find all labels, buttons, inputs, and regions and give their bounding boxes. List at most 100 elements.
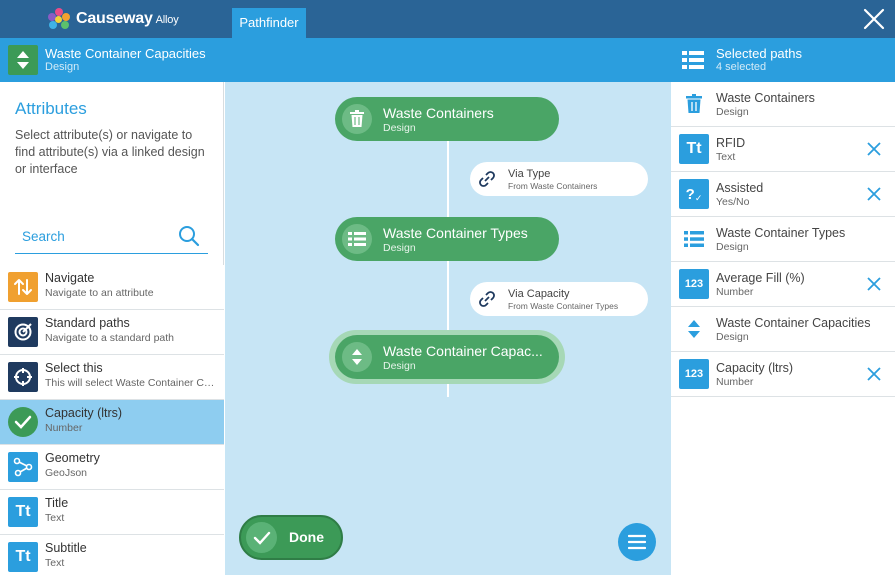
selected-paths-panel: Waste Containers Design Tt RFID Text ? ✓ … <box>671 82 895 575</box>
remove-icon[interactable] <box>867 277 881 296</box>
node-subtitle: Design <box>383 242 416 254</box>
list-item-geometry[interactable]: Geometry GeoJson <box>0 445 224 490</box>
search-input[interactable]: Search <box>15 222 208 254</box>
selected-path-title: Waste Container Capacities <box>716 316 871 330</box>
selected-paths-title: Selected paths <box>716 46 803 61</box>
capacity-icon <box>679 314 709 344</box>
selected-path-title: Assisted <box>716 181 764 195</box>
logo-mark-icon <box>48 8 70 30</box>
link-subtitle: From Waste Container Types <box>508 301 619 311</box>
node-title: Waste Containers <box>383 105 494 121</box>
path-node-waste-containers[interactable]: Waste Containers Design <box>335 97 559 141</box>
link-title: Via Capacity <box>508 288 570 300</box>
selected-path-sub: Number <box>716 286 754 298</box>
text-icon: Tt <box>679 134 709 164</box>
search-placeholder: Search <box>22 229 65 244</box>
list-item-navigate[interactable]: Navigate Navigate to an attribute <box>0 265 224 310</box>
check-icon <box>246 522 277 553</box>
path-node-waste-container-capacities[interactable]: Waste Container Capac... Design <box>335 335 559 379</box>
done-label: Done <box>289 529 324 545</box>
selected-path-item[interactable]: Tt RFID Text <box>671 127 895 172</box>
list-icon <box>342 224 372 254</box>
link-subtitle: From Waste Containers <box>508 181 598 191</box>
link-icon <box>478 291 496 312</box>
tab-pathfinder[interactable]: Pathfinder <box>232 8 306 38</box>
list-item-sub: This will select Waste Container Capacit… <box>45 377 220 389</box>
selected-path-title: Waste Container Types <box>716 226 846 240</box>
app-logo[interactable]: Causeway Alloy <box>48 8 179 30</box>
list-item-select-this[interactable]: Select this This will select Waste Conta… <box>0 355 224 400</box>
selected-path-sub: Yes/No <box>716 196 750 208</box>
attribute-list: Navigate Navigate to an attribute Standa… <box>0 265 224 575</box>
close-icon[interactable] <box>863 8 885 30</box>
text-icon: Tt <box>8 497 38 527</box>
path-link-via-type[interactable]: Via Type From Waste Containers <box>470 162 648 196</box>
target-icon <box>8 317 38 347</box>
selected-path-title: Waste Containers <box>716 91 815 105</box>
remove-icon[interactable] <box>867 187 881 206</box>
text-icon: Tt <box>8 542 38 572</box>
capacity-icon <box>342 342 372 372</box>
list-item-sub: Navigate to an attribute <box>45 287 154 299</box>
list-item-title-attr[interactable]: Tt Title Text <box>0 490 224 535</box>
list-item-sub: Text <box>45 557 65 569</box>
top-bar: Causeway Alloy Pathfinder <box>0 0 895 38</box>
geometry-icon <box>8 452 38 482</box>
link-icon <box>478 171 496 192</box>
list-icon <box>682 50 704 75</box>
question-icon: ? ✓ <box>679 179 709 209</box>
node-subtitle: Design <box>383 360 416 372</box>
selected-path-sub: Text <box>716 151 736 163</box>
list-item-capacity[interactable]: Capacity (ltrs) Number <box>0 400 224 445</box>
crosshair-icon <box>8 362 38 392</box>
selected-path-sub: Design <box>716 106 749 118</box>
path-node-waste-container-types[interactable]: Waste Container Types Design <box>335 217 559 261</box>
list-item-title: Capacity (ltrs) <box>45 406 123 420</box>
selected-path-item[interactable]: Waste Container Capacities Design <box>671 307 895 352</box>
list-item-sub: GeoJson <box>45 467 88 479</box>
selected-path-title: RFID <box>716 136 746 150</box>
menu-icon[interactable] <box>618 523 656 561</box>
remove-icon[interactable] <box>867 142 881 161</box>
node-subtitle: Design <box>383 122 416 134</box>
list-item-sub: Number <box>45 422 83 434</box>
selected-path-item[interactable]: 123 Average Fill (%) Number <box>671 262 895 307</box>
list-item-title: Navigate <box>45 271 95 285</box>
search-icon[interactable] <box>178 225 200 252</box>
capacity-icon <box>8 45 38 75</box>
list-item-title: Subtitle <box>45 541 87 555</box>
list-item-title: Standard paths <box>45 316 130 330</box>
list-item-standard-paths[interactable]: Standard paths Navigate to a standard pa… <box>0 310 224 355</box>
list-item-title: Select this <box>45 361 103 375</box>
selected-path-sub: Design <box>716 241 749 253</box>
list-item-subtitle-attr[interactable]: Tt Subtitle Text <box>0 535 224 575</box>
selected-path-item[interactable]: 123 Capacity (ltrs) Number <box>671 352 895 397</box>
node-title: Waste Container Capac... <box>383 343 543 359</box>
list-item-sub: Text <box>45 512 65 524</box>
selected-path-sub: Number <box>716 376 754 388</box>
remove-icon[interactable] <box>867 367 881 386</box>
selected-path-item[interactable]: Waste Containers Design <box>671 82 895 127</box>
path-canvas: Waste Containers Design Via Type From Wa… <box>225 82 671 575</box>
header-bar: Waste Container Capacities Design Select… <box>0 38 895 82</box>
number-icon: 123 <box>679 269 709 299</box>
selected-path-item[interactable]: Waste Container Types Design <box>671 217 895 262</box>
brand-name: Causeway <box>76 10 153 27</box>
list-item-sub: Navigate to a standard path <box>45 332 175 344</box>
path-link-via-capacity[interactable]: Via Capacity From Waste Container Types <box>470 282 648 316</box>
check-circle-icon <box>8 407 38 437</box>
trash-icon <box>342 104 372 134</box>
trash-icon <box>679 89 709 119</box>
brand-suffix: Alloy <box>155 14 179 26</box>
selected-path-item[interactable]: ? ✓ Assisted Yes/No <box>671 172 895 217</box>
attributes-description: Select attribute(s) or navigate to find … <box>15 128 205 176</box>
design-title: Waste Container Capacities <box>45 46 206 61</box>
arrows-updown-icon <box>8 272 38 302</box>
done-button[interactable]: Done <box>239 515 343 560</box>
selected-path-title: Average Fill (%) <box>716 271 805 285</box>
attributes-panel: Attributes Select attribute(s) or naviga… <box>0 82 224 575</box>
selected-path-title: Capacity (ltrs) <box>716 361 794 375</box>
number-icon: 123 <box>679 359 709 389</box>
design-subtitle: Design <box>45 61 80 73</box>
selected-paths-count: 4 selected <box>716 61 767 73</box>
